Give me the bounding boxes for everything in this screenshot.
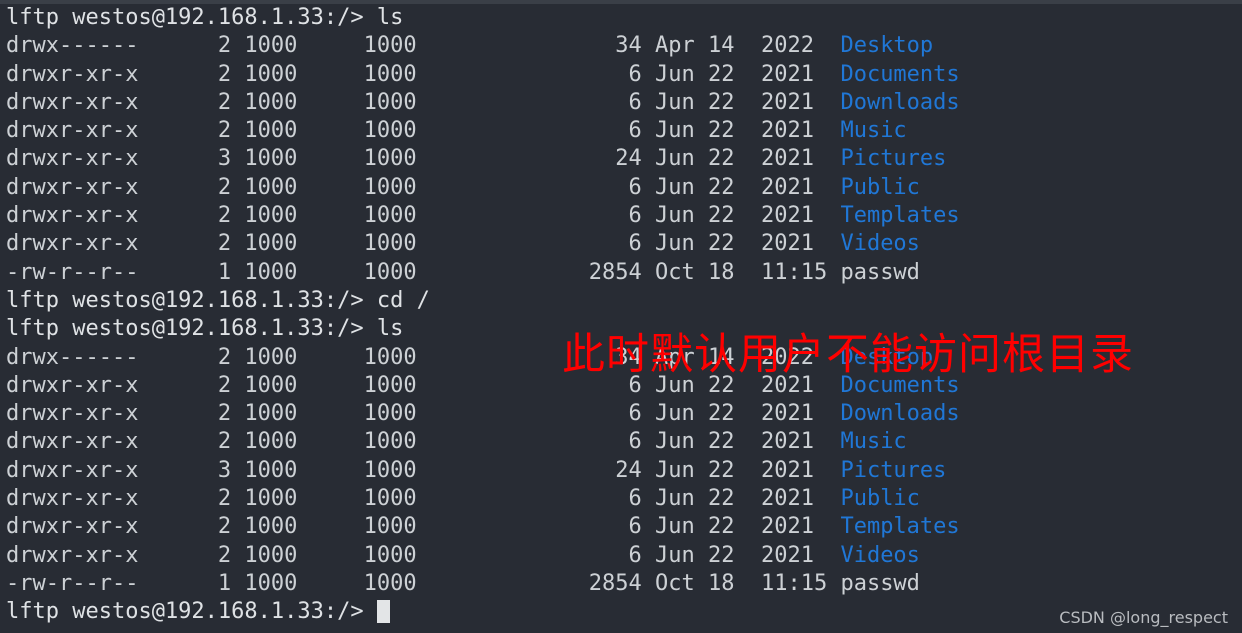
- shell-prompt: lftp westos@192.168.1.33:/>: [6, 316, 377, 342]
- file-listing-row: drwxr-xr-x 2 1000 1000 6 Jun 22 2021 Tem…: [0, 202, 1242, 230]
- file-permissions: drwxr-xr-x: [6, 401, 139, 427]
- file-metadata: 2 1000 1000 6 Jun 22 2021: [138, 486, 841, 512]
- file-metadata: 1 1000 1000 2854 Oct 18 11:15: [138, 259, 841, 285]
- shell-prompt: lftp westos@192.168.1.33:/>: [6, 599, 377, 625]
- file-permissions: drwxr-xr-x: [6, 174, 139, 200]
- directory-name: Templates: [840, 514, 960, 540]
- file-permissions: drwx------: [6, 344, 139, 370]
- text-cursor: [376, 600, 390, 624]
- directory-name: Videos: [840, 231, 920, 257]
- file-metadata: 3 1000 1000 24 Jun 22 2021: [138, 146, 841, 172]
- file-permissions: drwxr-xr-x: [6, 231, 139, 257]
- directory-name: Documents: [840, 61, 960, 87]
- file-permissions: drwxr-xr-x: [6, 203, 139, 229]
- directory-name: Music: [840, 118, 907, 144]
- file-metadata: 2 1000 1000 6 Jun 22 2021: [138, 174, 841, 200]
- shell-prompt: lftp westos@192.168.1.33:/>: [6, 287, 377, 313]
- shell-command: ls: [376, 316, 404, 342]
- file-listing-row: drwxr-xr-x 2 1000 1000 6 Jun 22 2021 Mus…: [0, 117, 1242, 145]
- file-permissions: drwx------: [6, 33, 139, 59]
- file-name: passwd: [840, 259, 920, 285]
- file-listing-row: drwxr-xr-x 2 1000 1000 6 Jun 22 2021 Mus…: [0, 428, 1242, 456]
- file-listing-row: drwxr-xr-x 3 1000 1000 24 Jun 22 2021 Pi…: [0, 145, 1242, 173]
- file-permissions: drwxr-xr-x: [6, 89, 139, 115]
- shell-command: cd /: [376, 287, 430, 313]
- file-metadata: 2 1000 1000 6 Jun 22 2021: [138, 542, 841, 568]
- directory-name: Pictures: [840, 457, 947, 483]
- directory-name: Pictures: [840, 146, 947, 172]
- directory-name: Music: [840, 429, 907, 455]
- directory-name: Downloads: [840, 401, 960, 427]
- file-permissions: drwxr-xr-x: [6, 457, 139, 483]
- file-permissions: drwxr-xr-x: [6, 514, 139, 540]
- file-permissions: -rw-r--r--: [6, 570, 139, 596]
- file-permissions: drwxr-xr-x: [6, 146, 139, 172]
- terminal-prompt-line: lftp westos@192.168.1.33:/>: [0, 598, 1242, 626]
- file-listing-row: drwxr-xr-x 2 1000 1000 6 Jun 22 2021 Doc…: [0, 61, 1242, 89]
- file-metadata: 2 1000 1000 6 Jun 22 2021: [138, 61, 841, 87]
- directory-name: Desktop: [840, 33, 934, 59]
- directory-name: Downloads: [840, 89, 960, 115]
- file-metadata: 2 1000 1000 6 Jun 22 2021: [138, 231, 841, 257]
- directory-name: Templates: [840, 203, 960, 229]
- directory-name: Public: [840, 486, 920, 512]
- file-listing-row: drwxr-xr-x 2 1000 1000 6 Jun 22 2021 Dow…: [0, 89, 1242, 117]
- file-permissions: drwxr-xr-x: [6, 429, 139, 455]
- file-metadata: 2 1000 1000 6 Jun 22 2021: [138, 118, 841, 144]
- file-listing-row: -rw-r--r-- 1 1000 1000 2854 Oct 18 11:15…: [0, 570, 1242, 598]
- file-metadata: 2 1000 1000 34 Apr 14 2022: [138, 33, 841, 59]
- file-listing-row: drwx------ 2 1000 1000 34 Apr 14 2022 De…: [0, 32, 1242, 60]
- file-permissions: drwxr-xr-x: [6, 372, 139, 398]
- file-metadata: 2 1000 1000 6 Jun 22 2021: [138, 89, 841, 115]
- file-permissions: drwxr-xr-x: [6, 61, 139, 87]
- file-metadata: 3 1000 1000 24 Jun 22 2021: [138, 457, 841, 483]
- directory-name: Public: [840, 174, 920, 200]
- shell-command: ls: [376, 5, 404, 30]
- terminal-prompt-line: lftp westos@192.168.1.33:/> ls: [0, 4, 1242, 32]
- file-listing-row: drwxr-xr-x 2 1000 1000 6 Jun 22 2021 Pub…: [0, 174, 1242, 202]
- directory-name: Videos: [840, 542, 920, 568]
- file-metadata: 2 1000 1000 6 Jun 22 2021: [138, 514, 841, 540]
- annotation-red-text: 此时默认用户不能访问根目录: [562, 330, 1134, 380]
- file-listing-row: drwxr-xr-x 3 1000 1000 24 Jun 22 2021 Pi…: [0, 457, 1242, 485]
- file-permissions: drwxr-xr-x: [6, 542, 139, 568]
- file-permissions: -rw-r--r--: [6, 259, 139, 285]
- terminal-window: lftp westos@192.168.1.33:/> ls drwx------…: [0, 0, 1242, 633]
- file-metadata: 2 1000 1000 6 Jun 22 2021: [138, 429, 841, 455]
- terminal-prompt-line: lftp westos@192.168.1.33:/> cd /: [0, 287, 1242, 315]
- shell-prompt: lftp westos@192.168.1.33:/>: [6, 5, 377, 30]
- file-metadata: 1 1000 1000 2854 Oct 18 11:15: [138, 570, 841, 596]
- file-listing-row: -rw-r--r-- 1 1000 1000 2854 Oct 18 11:15…: [0, 259, 1242, 287]
- file-name: passwd: [840, 570, 920, 596]
- terminal-output-area[interactable]: lftp westos@192.168.1.33:/> ls drwx------…: [0, 4, 1242, 633]
- file-permissions: drwxr-xr-x: [6, 486, 139, 512]
- file-metadata: 2 1000 1000 6 Jun 22 2021: [138, 203, 841, 229]
- file-metadata: 2 1000 1000 6 Jun 22 2021: [138, 401, 841, 427]
- file-listing-row: drwxr-xr-x 2 1000 1000 6 Jun 22 2021 Vid…: [0, 230, 1242, 258]
- file-listing-row: drwxr-xr-x 2 1000 1000 6 Jun 22 2021 Vid…: [0, 542, 1242, 570]
- file-listing-row: drwxr-xr-x 2 1000 1000 6 Jun 22 2021 Pub…: [0, 485, 1242, 513]
- csdn-watermark: CSDN @long_respect: [1059, 608, 1228, 627]
- file-listing-row: drwxr-xr-x 2 1000 1000 6 Jun 22 2021 Tem…: [0, 513, 1242, 541]
- file-permissions: drwxr-xr-x: [6, 118, 139, 144]
- file-listing-row: drwxr-xr-x 2 1000 1000 6 Jun 22 2021 Dow…: [0, 400, 1242, 428]
